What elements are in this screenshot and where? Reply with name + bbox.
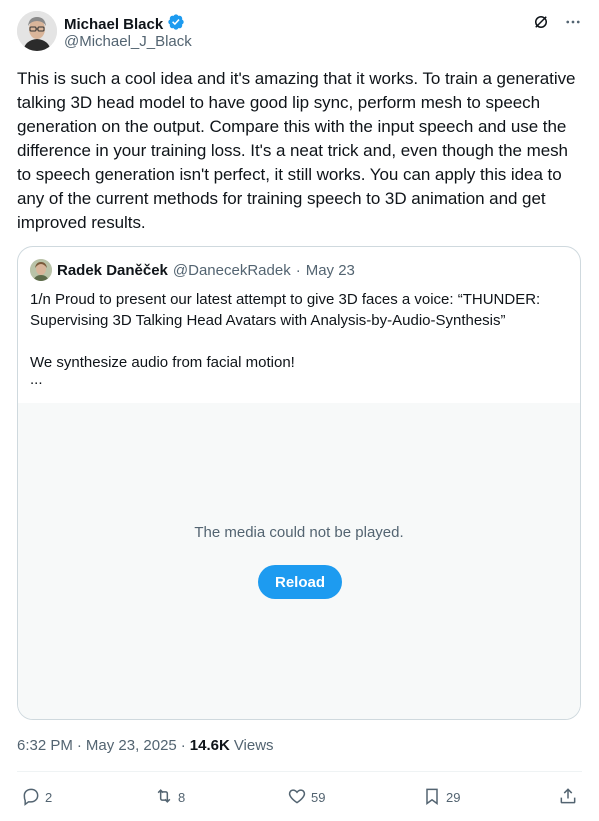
reply-icon xyxy=(21,786,41,809)
share-button[interactable] xyxy=(558,786,578,809)
quoted-author-name: Radek Daněček xyxy=(57,261,168,279)
like-count: 59 xyxy=(311,790,326,805)
quoted-separator: · xyxy=(295,261,301,279)
action-bar: 2 8 59 29 xyxy=(17,786,582,810)
tweet-time[interactable]: 6:32 PM xyxy=(17,737,73,754)
tweet-meta: 6:32 PM · May 23, 2025 · 14.6K Views xyxy=(17,737,274,754)
quoted-paragraph-2: We synthesize audio from facial motion! xyxy=(30,354,295,371)
views-label: Views xyxy=(233,737,274,754)
meta-separator: · xyxy=(76,737,82,754)
like-button[interactable]: 59 xyxy=(287,786,325,809)
views-count: 14.6K xyxy=(189,737,230,754)
divider xyxy=(17,771,582,772)
share-icon xyxy=(558,786,578,809)
tweet-date[interactable]: May 23, 2025 xyxy=(86,737,177,754)
quoted-ellipsis: ... xyxy=(30,371,43,388)
quoted-tweet[interactable]: Radek Daněček @DanecekRadek · May 23 1/n… xyxy=(17,246,581,720)
author-handle[interactable]: @Michael_J_Black xyxy=(64,33,192,50)
quoted-author-handle: @DanecekRadek xyxy=(172,261,291,279)
quoted-author-avatar xyxy=(30,259,52,281)
author-avatar[interactable] xyxy=(17,11,57,51)
author-display-name[interactable]: Michael Black xyxy=(64,16,163,33)
heart-icon xyxy=(287,786,307,809)
more-icon[interactable] xyxy=(564,13,582,36)
media-player[interactable]: The media could not be played. Reload xyxy=(18,403,580,719)
bookmark-count: 29 xyxy=(446,790,461,805)
reload-button[interactable]: Reload xyxy=(258,565,342,599)
media-error-message: The media could not be played. xyxy=(194,524,404,541)
meta-separator: · xyxy=(180,737,186,754)
quoted-date: May 23 xyxy=(305,261,355,279)
tweet-header: Michael Black @Michael_J_Black xyxy=(17,11,582,53)
reply-count: 2 xyxy=(45,790,53,805)
reply-button[interactable]: 2 xyxy=(21,786,52,809)
repost-count: 8 xyxy=(178,790,186,805)
bookmark-icon xyxy=(422,786,442,809)
grok-icon[interactable] xyxy=(532,13,550,36)
tweet-text: This is such a cool idea and it's amazin… xyxy=(17,69,576,232)
repost-button[interactable]: 8 xyxy=(154,786,185,809)
quoted-text: 1/n Proud to present our latest attempt … xyxy=(30,289,570,387)
bookmark-button[interactable]: 29 xyxy=(422,786,460,809)
quoted-paragraph-1: 1/n Proud to present our latest attempt … xyxy=(30,291,541,329)
repost-icon xyxy=(154,786,174,809)
